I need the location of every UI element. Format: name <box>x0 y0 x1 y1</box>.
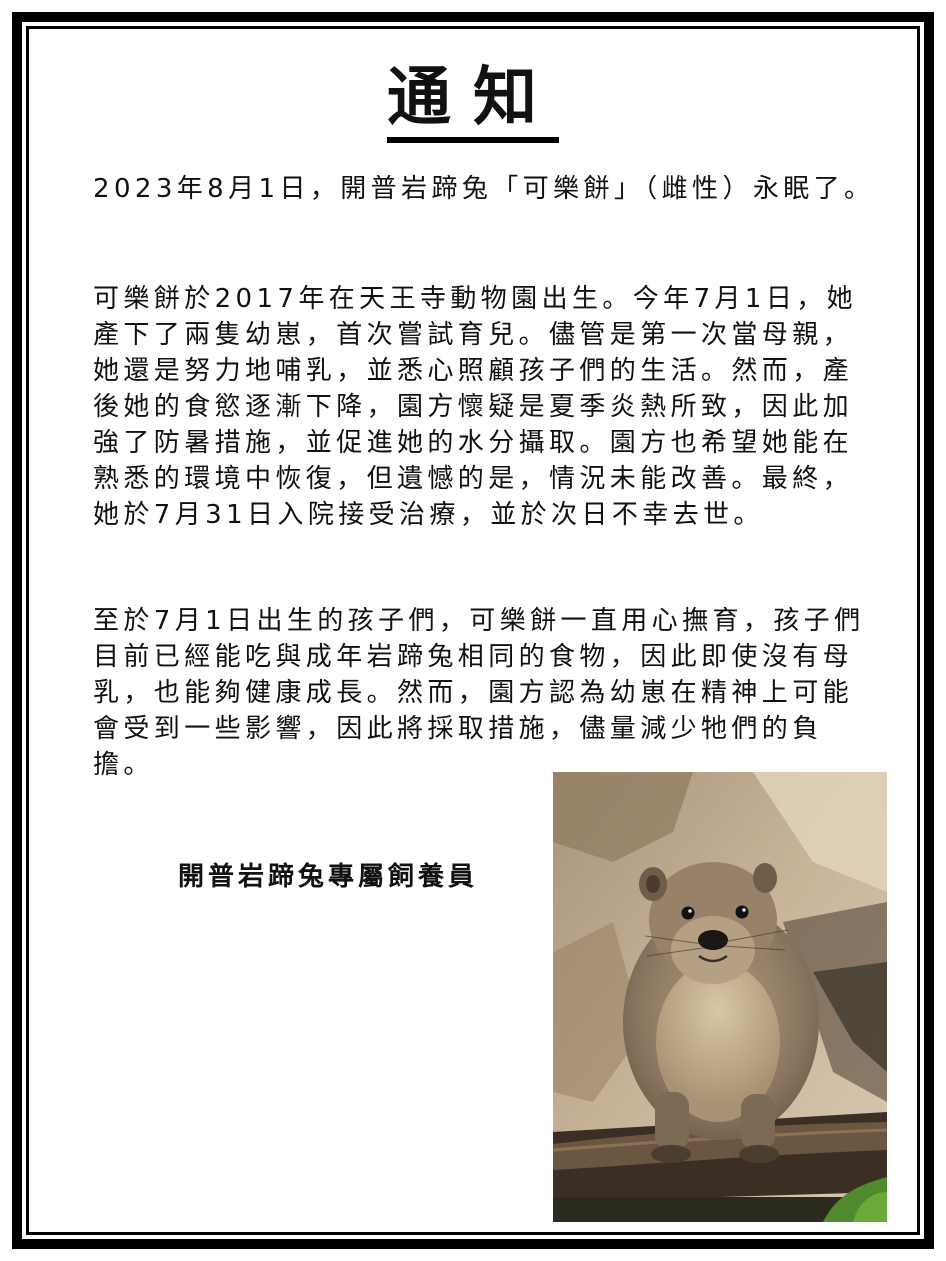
notice-title: 通知 <box>0 61 946 143</box>
paragraph-announcement: 2023年8月1日，開普岩蹄兔「可樂餅」（雌性）永眠了。 <box>93 174 875 204</box>
signature: 開普岩蹄兔專屬飼養員 <box>178 862 479 892</box>
paragraph-offspring: 至於7月1日出生的孩子們，可樂餅一直用心撫育，孩子們目前已經能吃與成年岩蹄兔相同… <box>93 606 865 780</box>
hyrax-photo <box>553 772 887 1222</box>
paragraph-background: 可樂餅於2017年在天王寺動物園出生。今年7月1日，她產下了兩隻幼崽，首次嘗試育… <box>93 284 858 530</box>
